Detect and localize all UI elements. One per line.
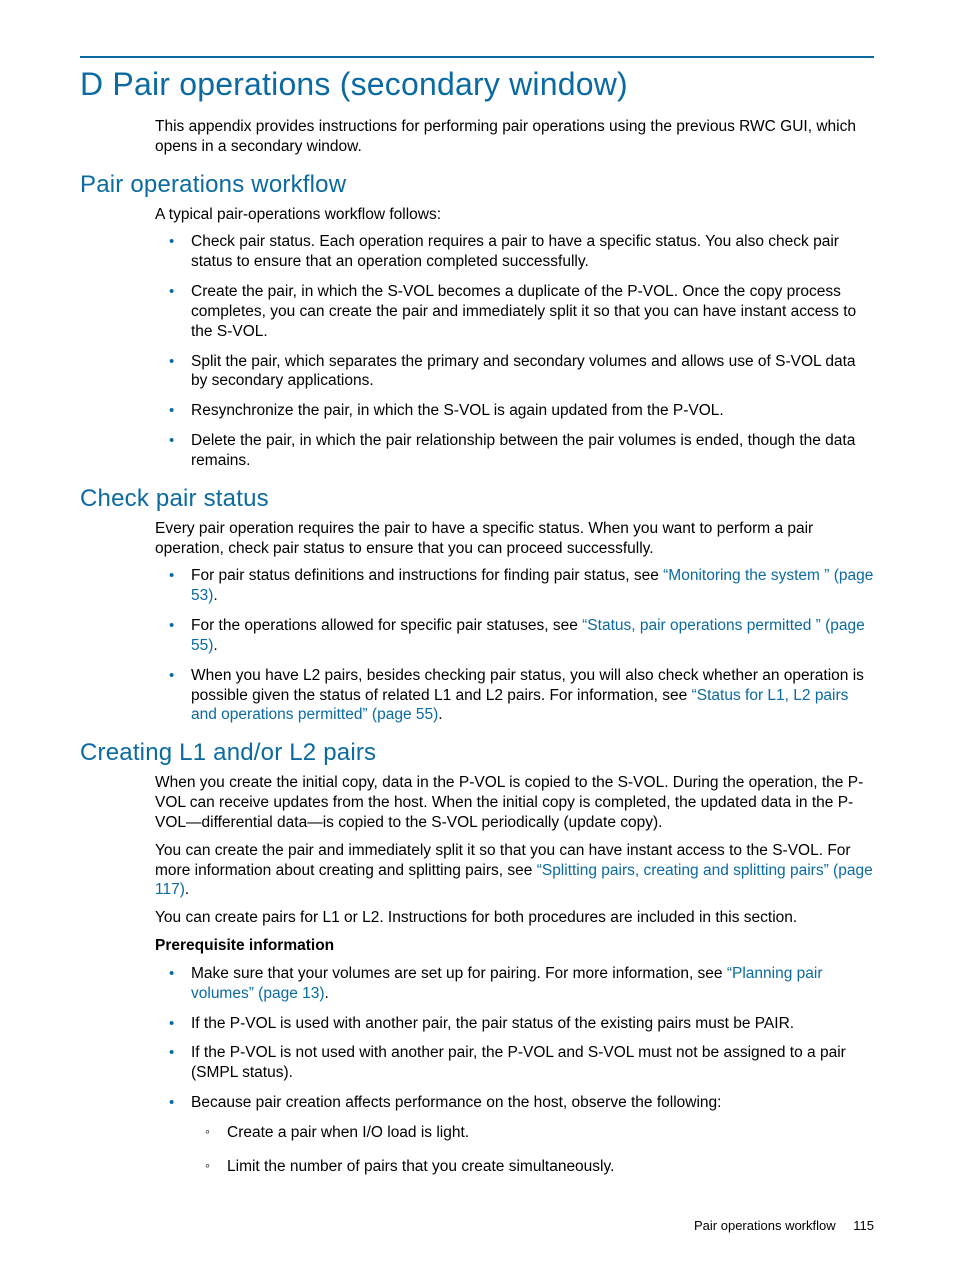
intro-text: This appendix provides instructions for … [155, 117, 874, 157]
create-p1: When you create the initial copy, data i… [155, 773, 874, 832]
section-create-body: When you create the initial copy, data i… [80, 773, 874, 1176]
section-check-body: Every pair operation requires the pair t… [80, 519, 874, 725]
text-run: . [438, 706, 442, 723]
intro-block: This appendix provides instructions for … [80, 117, 874, 157]
text-run: . [325, 985, 329, 1002]
list-item: Create the pair, in which the S-VOL beco… [191, 282, 874, 341]
workflow-list: Check pair status. Each operation requir… [155, 232, 874, 470]
page-number: 115 [853, 1218, 874, 1233]
section-workflow-body: A typical pair-operations workflow follo… [80, 205, 874, 471]
list-item: Check pair status. Each operation requir… [191, 232, 874, 272]
list-item: Delete the pair, in which the pair relat… [191, 431, 874, 471]
list-item: Make sure that your volumes are set up f… [191, 964, 874, 1004]
page-footer: Pair operations workflow 115 [694, 1218, 874, 1233]
list-item: For the operations allowed for specific … [191, 616, 874, 656]
prereq-label: Prerequisite information [155, 937, 334, 954]
list-item: If the P-VOL is not used with another pa… [191, 1043, 874, 1083]
prereq-heading: Prerequisite information [155, 936, 874, 956]
footer-text: Pair operations workflow [694, 1218, 836, 1233]
create-p3: You can create pairs for L1 or L2. Instr… [155, 908, 874, 928]
check-lead: Every pair operation requires the pair t… [155, 519, 874, 559]
text-run: For the operations allowed for specific … [191, 617, 582, 634]
list-item: If the P-VOL is used with another pair, … [191, 1014, 874, 1034]
text-run: Make sure that your volumes are set up f… [191, 965, 727, 982]
page-content: D Pair operations (secondary window) Thi… [0, 0, 954, 1230]
list-item: Because pair creation affects performanc… [191, 1093, 874, 1176]
text-run: . [213, 637, 217, 654]
top-rule [80, 56, 874, 58]
workflow-lead: A typical pair-operations workflow follo… [155, 205, 874, 225]
section-workflow-title: Pair operations workflow [80, 171, 874, 199]
text-run: For pair status definitions and instruct… [191, 567, 663, 584]
create-sublist: Create a pair when I/O load is light. Li… [191, 1123, 874, 1177]
list-item: When you have L2 pairs, besides checking… [191, 666, 874, 725]
create-p2: You can create the pair and immediately … [155, 841, 874, 900]
text-run: . [213, 587, 217, 604]
check-list: For pair status definitions and instruct… [155, 566, 874, 725]
text-run: Because pair creation affects performanc… [191, 1094, 721, 1111]
text-run: . [185, 881, 189, 898]
list-item: Limit the number of pairs that you creat… [227, 1157, 874, 1177]
section-check-title: Check pair status [80, 485, 874, 513]
appendix-title: D Pair operations (secondary window) [80, 66, 874, 103]
list-item: Split the pair, which separates the prim… [191, 352, 874, 392]
create-list: Make sure that your volumes are set up f… [155, 964, 874, 1177]
list-item: Create a pair when I/O load is light. [227, 1123, 874, 1143]
list-item: For pair status definitions and instruct… [191, 566, 874, 606]
section-create-title: Creating L1 and/or L2 pairs [80, 739, 874, 767]
list-item: Resynchronize the pair, in which the S-V… [191, 401, 874, 421]
